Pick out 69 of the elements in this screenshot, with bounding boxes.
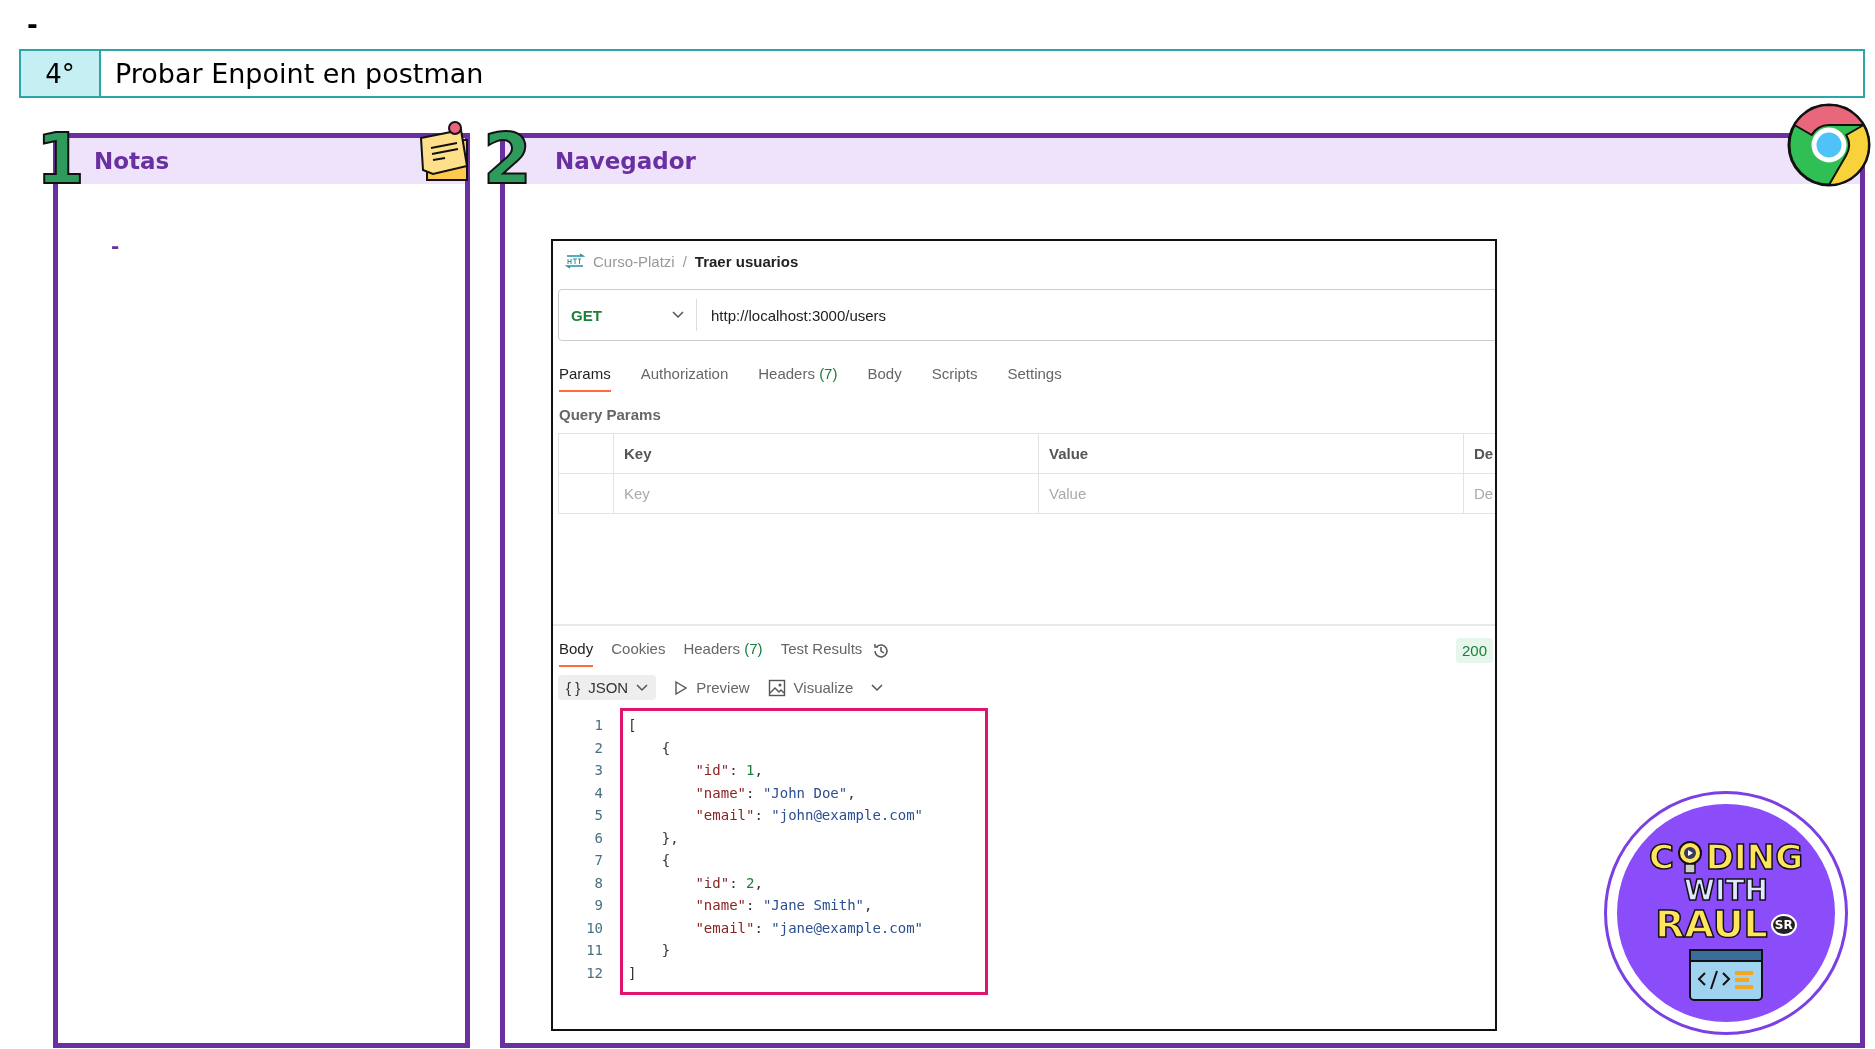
tab[interactable]: Cookies [611,634,666,667]
method-select[interactable]: GET [559,299,697,331]
column-header: Value [1039,434,1464,474]
line-number: 3 [593,761,603,780]
logo-text: C [1648,840,1674,876]
chrome-icon [1786,102,1872,188]
code-line: "email": "john@example.com" [694,806,924,825]
column-header: Key [614,434,1039,474]
chevron-down-icon [672,311,684,319]
view-button[interactable]: Preview [674,679,750,696]
tab[interactable]: Params [559,359,611,392]
chevron-down-icon [636,683,649,692]
code-line: "name": "John Doe", [694,783,857,803]
url-field[interactable]: http://localhost:3000/users [697,306,887,324]
line-number: 10 [585,918,603,938]
code-line: "name": "Jane Smith", [694,896,874,915]
tab[interactable]: Headers (7) [683,634,763,667]
dash-text: - [26,10,39,40]
chevron-down-icon [871,683,884,692]
format-select[interactable]: { } JSON [558,675,657,700]
image-icon [767,678,786,697]
panel-title: Notas [94,148,170,174]
sticky-note-icon [419,120,471,182]
http-icon [565,253,585,269]
logo-text: WITH [1684,875,1768,906]
table-cell [558,474,614,514]
panel-title: Navegador [555,148,696,174]
code-line: [ [628,716,638,735]
column-header: De [1464,434,1495,474]
step-number: 4° [21,51,101,96]
code-line: "email": "jane@example.com" [694,918,924,938]
section-title: Query Params [558,405,662,425]
code-window-icon [1689,948,1763,1001]
lightbulb-icon [1676,840,1703,875]
code-line: } [660,941,672,960]
line-number: 2 [593,738,603,758]
line-number: 8 [593,873,603,893]
code-line: ] [628,963,638,983]
tab[interactable]: Test Results [780,634,863,667]
note-text: - [110,233,121,258]
play-icon [674,679,689,696]
logo-text: RAUL [1655,905,1768,945]
tab[interactable]: Body [867,359,902,392]
code-line: "id": 2, [694,873,764,893]
status-code: 200 [1455,638,1493,663]
line-number: 12 [585,963,603,983]
line-number: 1 [593,716,603,735]
request-name: Traer usuarios [694,252,799,270]
tab[interactable]: Headers (7) [758,359,838,392]
code-line: }, [660,828,680,848]
line-number: 11 [585,941,603,960]
tab[interactable]: Body [559,634,594,667]
line-number: 5 [593,806,603,825]
line-number: 4 [593,783,603,803]
tab[interactable]: Settings [1007,359,1062,392]
tab[interactable]: Authorization [640,359,729,392]
breadcrumb-separator: / [682,252,687,270]
code-line: { [660,851,672,870]
line-number: 7 [593,851,603,870]
line-number: 6 [593,828,603,848]
view-button[interactable]: Visualize [767,678,854,697]
line-number: 9 [593,896,603,915]
tab[interactable]: Scripts [931,359,978,392]
step-title: Probar Enpoint en postman [114,57,485,91]
logo-badge-text: SR [1770,914,1797,936]
logo-text: DING [1705,840,1804,876]
code-line: "id": 1, [694,761,764,780]
code-line: { [660,738,672,758]
history-icon[interactable] [872,641,891,660]
